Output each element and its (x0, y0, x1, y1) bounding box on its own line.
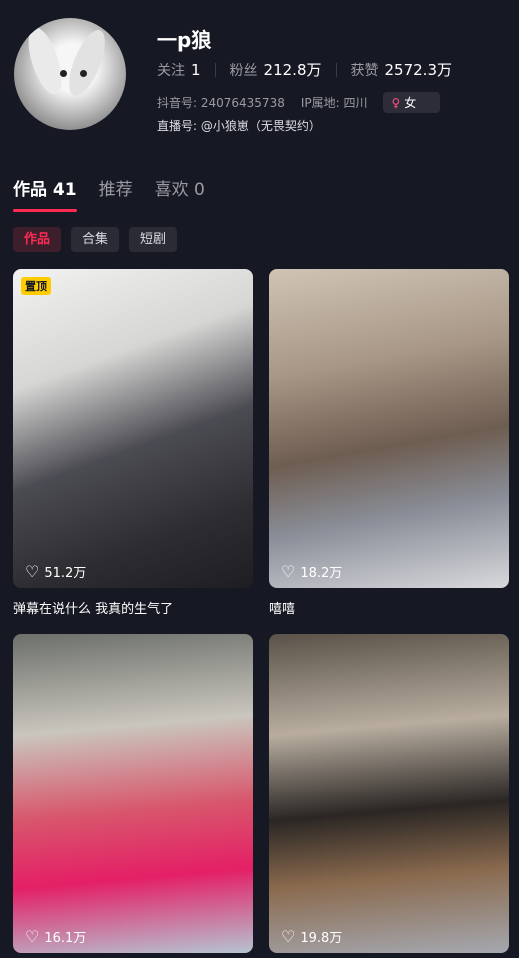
rabbit-eye (60, 70, 67, 77)
followers-label: 粉丝 (229, 62, 258, 79)
like-count: 18.2万 (300, 566, 343, 581)
video-likes: ♡ 51.2万 (25, 562, 86, 581)
content-tabs: 作品 41 推荐 喜欢 0 (13, 175, 227, 200)
following-count[interactable]: 1 (191, 61, 201, 79)
female-icon: ♀ (391, 95, 401, 110)
gender-label: 女 (404, 96, 417, 110)
profile-meta: 抖音号: 24076435738 IP属地: 四川 ♀ 女 (157, 92, 441, 113)
profile-stats: 关注 1 粉丝 212.8万 获赞 2572.3万 (157, 59, 452, 80)
gender-badge: ♀ 女 (383, 92, 441, 113)
chip-collections[interactable]: 合集 (71, 227, 120, 252)
like-count: 16.1万 (44, 931, 87, 946)
pinned-badge: 置顶 (21, 277, 51, 295)
tab-recommend[interactable]: 推荐 (99, 175, 133, 200)
rabbit-eye (80, 70, 87, 77)
video-likes: ♡ 18.2万 (281, 562, 342, 581)
douyin-id: 抖音号: 24076435738 (157, 96, 285, 110)
following-label: 关注 (157, 62, 185, 79)
like-count: 51.2万 (44, 566, 87, 581)
rabbit-ear-left (21, 23, 69, 99)
likes-count[interactable]: 2572.3万 (385, 59, 453, 80)
ip-location: IP属地: 四川 (300, 96, 368, 110)
active-tab-indicator (13, 209, 77, 212)
video-caption[interactable]: 弹幕在说什么 我真的生气了 (13, 598, 173, 617)
likes-label: 获赞 (350, 62, 379, 79)
chip-short-dramas[interactable]: 短剧 (129, 227, 178, 252)
video-card[interactable]: ♡ 19.8万 (269, 634, 509, 953)
chip-works[interactable]: 作品 (13, 227, 62, 252)
video-card[interactable]: 置顶 ♡ 51.2万 (13, 269, 253, 588)
rabbit-ear-right (61, 25, 113, 101)
video-card[interactable]: ♡ 18.2万 (269, 269, 509, 588)
tab-works[interactable]: 作品 41 (13, 175, 77, 200)
heart-outline-icon: ♡ (281, 926, 296, 946)
video-caption[interactable]: 嘻嘻 (269, 598, 295, 617)
video-likes: ♡ 19.8万 (281, 927, 342, 946)
followers-count[interactable]: 212.8万 (264, 59, 322, 80)
tab-likes[interactable]: 喜欢 0 (155, 175, 205, 200)
divider (335, 62, 337, 77)
heart-outline-icon: ♡ (25, 926, 40, 946)
live-id[interactable]: 直播号: @小狼崽（无畏契约） (157, 117, 321, 134)
profile-avatar[interactable] (14, 18, 126, 130)
heart-outline-icon: ♡ (25, 561, 40, 581)
divider (214, 62, 216, 77)
video-likes: ♡ 16.1万 (25, 927, 86, 946)
video-card[interactable]: ♡ 16.1万 (13, 634, 253, 953)
filter-chips: 作品 合集 短剧 (13, 227, 187, 252)
like-count: 19.8万 (300, 931, 343, 946)
profile-name: 一p狼 (157, 28, 212, 52)
heart-outline-icon: ♡ (281, 561, 296, 581)
